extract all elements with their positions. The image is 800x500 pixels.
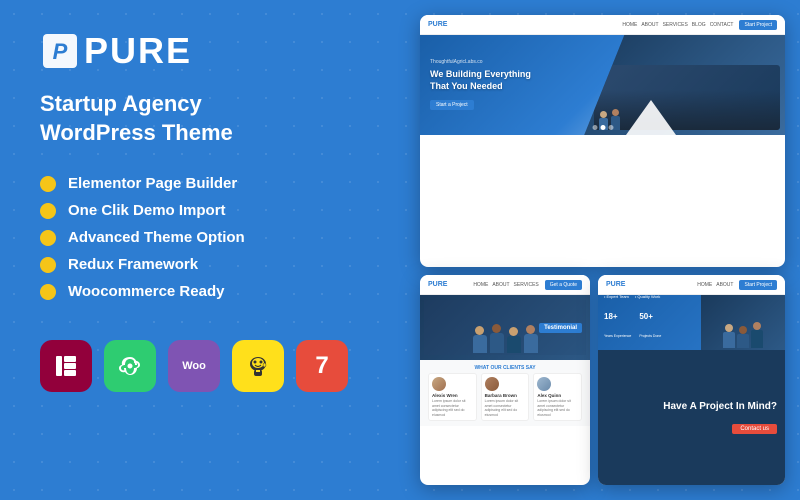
bullet-icon bbox=[40, 230, 56, 246]
icon-badges: Woo 7 bbox=[40, 340, 380, 392]
redux-badge bbox=[104, 340, 156, 392]
logo-icon: P bbox=[40, 31, 80, 71]
project-title: Have A Project In Mind? bbox=[663, 400, 777, 413]
bullet-icon bbox=[40, 257, 56, 273]
screenshots-grid: PURE HOME ABOUT SERVICES BLOG CONTACT St… bbox=[420, 15, 785, 485]
client-card: Alexis Wren Lorem ipsum dolor sit amet c… bbox=[428, 373, 477, 421]
testimonial-label: Testimonial bbox=[539, 323, 582, 333]
features-list: Elementor Page Builder One Clik Demo Imp… bbox=[40, 175, 380, 310]
mock-hero-sub: ThoughtfulAgricLabs.co bbox=[430, 59, 531, 65]
client-card: Alex Quinn Lorem ipsum dolor sit amet co… bbox=[533, 373, 582, 421]
mock-hero-text: ThoughtfulAgricLabs.co We Building Every… bbox=[430, 59, 531, 110]
feature-item: Elementor Page Builder bbox=[40, 175, 380, 192]
mock-cta-btn-2: Get a Quote bbox=[545, 280, 582, 290]
feature-item: Woocommerce Ready bbox=[40, 283, 380, 300]
client-card: Barbara Brown Lorem ipsum dolor sit amet… bbox=[481, 373, 530, 421]
mock-logo-3: PURE bbox=[606, 281, 625, 288]
mock-client-cards: Alexis Wren Lorem ipsum dolor sit amet c… bbox=[428, 373, 582, 421]
mock-browser-header-3: PURE HOME ABOUT Start Project bbox=[598, 275, 785, 295]
right-panel: PURE HOME ABOUT SERVICES BLOG CONTACT St… bbox=[420, 0, 800, 500]
feature-item: Redux Framework bbox=[40, 256, 380, 273]
feature-item: One Clik Demo Import bbox=[40, 202, 380, 219]
mock-hero-title: We Building EverythingThat You Needed bbox=[430, 69, 531, 92]
screenshot-bottom-left: PURE HOME ABOUT SERVICES Get a Quote bbox=[420, 275, 590, 485]
mock-logo: PURE bbox=[428, 21, 447, 28]
bullet-icon bbox=[40, 176, 56, 192]
screenshot-top: PURE HOME ABOUT SERVICES BLOG CONTACT St… bbox=[420, 15, 785, 267]
mock-hero-btn: Start a Project bbox=[430, 100, 474, 110]
mock-hero: ThoughtfulAgricLabs.co We Building Every… bbox=[420, 35, 785, 135]
mock-triangle bbox=[626, 100, 676, 135]
mock-cta-btn: Start Project bbox=[739, 20, 777, 30]
mailchimp-badge bbox=[232, 340, 284, 392]
mock-browser-header: PURE HOME ABOUT SERVICES BLOG CONTACT St… bbox=[420, 15, 785, 35]
logo-area: P Pure bbox=[40, 30, 380, 72]
main-container: P Pure Startup Agency WordPress Theme El… bbox=[0, 0, 800, 500]
contact-btn: Contact us bbox=[732, 424, 777, 434]
left-panel: P Pure Startup Agency WordPress Theme El… bbox=[0, 0, 420, 500]
woo-badge: Woo bbox=[168, 340, 220, 392]
mock-nav: HOME ABOUT SERVICES BLOG CONTACT bbox=[622, 22, 733, 28]
bullet-icon bbox=[40, 284, 56, 300]
screenshot-bottom-row: PURE HOME ABOUT SERVICES Get a Quote bbox=[420, 275, 785, 485]
theme-title: Startup Agency WordPress Theme bbox=[40, 90, 380, 147]
mock-logo-2: PURE bbox=[428, 281, 447, 288]
mock-industry-section: Start Your Journey With OurIndustry Expe… bbox=[598, 295, 785, 350]
elementor-badge bbox=[40, 340, 92, 392]
screenshot-bottom-right: PURE HOME ABOUT Start Project Start Your… bbox=[598, 275, 785, 485]
mock-clients: WHAT OUR CLIENTS SAY Alexis Wren Lorem i… bbox=[420, 360, 590, 426]
seven-badge: 7 bbox=[296, 340, 348, 392]
mock-hero-image bbox=[584, 35, 785, 135]
mock-cta-btn-3: Start Project bbox=[739, 280, 777, 290]
mock-nav-2: HOME ABOUT SERVICES bbox=[473, 282, 538, 288]
logo-text: Pure bbox=[84, 30, 192, 72]
mock-nav-3: HOME ABOUT bbox=[697, 282, 733, 288]
feature-item: Advanced Theme Option bbox=[40, 229, 380, 246]
mock-project-section: Have A Project In Mind? Contact us bbox=[598, 350, 785, 485]
svg-text:P: P bbox=[53, 39, 68, 64]
mock-browser-header-2: PURE HOME ABOUT SERVICES Get a Quote bbox=[420, 275, 590, 295]
bullet-icon bbox=[40, 203, 56, 219]
